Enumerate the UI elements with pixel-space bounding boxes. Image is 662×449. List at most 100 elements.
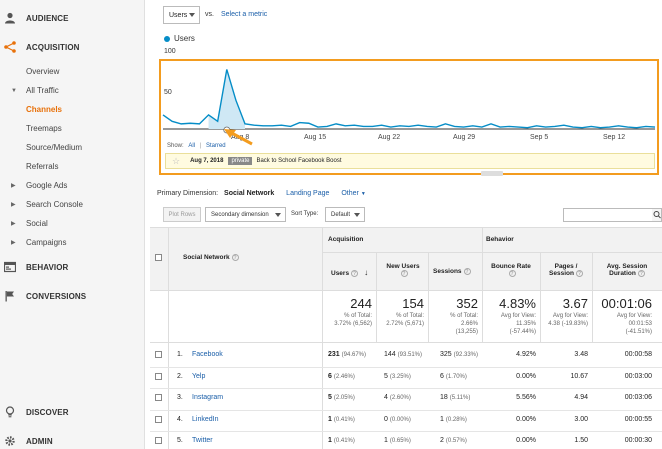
row-social-network-link[interactable]: Facebook (192, 351, 223, 358)
row-users: 231 (328, 351, 340, 358)
header-label: Social Network (183, 254, 230, 261)
dimension-social-network[interactable]: Social Network (224, 190, 274, 197)
row-sessions-pct: (0.57%) (445, 438, 467, 444)
column-header-bounce-rate[interactable]: Bounce Rate? (486, 263, 536, 277)
sidebar-item-label: Search Console (26, 200, 83, 209)
row-checkbox[interactable] (155, 351, 162, 358)
help-icon[interactable]: ? (231, 254, 239, 261)
row-checkbox[interactable] (155, 437, 162, 444)
star-icon[interactable]: ☆ (172, 156, 180, 167)
sidebar-item-search-console[interactable]: ▶ Search Console (0, 200, 145, 209)
annotation-row[interactable]: ☆ Aug 7, 2018 private Back to School Fac… (165, 153, 655, 169)
sidebar-item-channels[interactable]: Channels (0, 105, 145, 114)
primary-dimension-bar: Primary Dimension: Social Network Landin… (157, 190, 366, 197)
row-sessions: 6 (440, 372, 444, 380)
total-sub: Avg for View: (552, 313, 588, 319)
sort-type-select[interactable]: Default (325, 207, 365, 222)
sidebar-item-social[interactable]: ▶ Social (0, 219, 145, 228)
select-all-checkbox[interactable] (155, 254, 162, 261)
sidebar-item-acquisition[interactable]: ACQUISITION (0, 40, 145, 54)
dimension-other-label: Other (341, 190, 359, 197)
select-metric-link[interactable]: Select a metric (221, 11, 267, 18)
column-header-avg-session-duration[interactable]: Avg. Session Duration? (596, 263, 658, 277)
row-avg-duration: 00:00:58 (624, 351, 652, 358)
sidebar-item-campaigns[interactable]: ▶ Campaigns (0, 238, 145, 247)
row-bounce-rate: 0.00% (516, 372, 536, 380)
sidebar-item-discover[interactable]: DISCOVER (0, 405, 145, 419)
row-bounce-rate: 4.92% (516, 351, 536, 358)
row-sessions-pct: (1.70%) (445, 373, 467, 380)
x-tick-label: Aug 29 (453, 134, 476, 141)
total-sub: % of Total: (450, 313, 478, 319)
total-sessions-detail: % of Total: 2.66% (13,255) (450, 312, 478, 336)
sort-type-value: Default (331, 211, 351, 218)
help-icon[interactable]: ? (463, 268, 471, 275)
row-new-users-pct: (2.60%) (389, 395, 411, 401)
row-users-pct: (2.05%) (333, 395, 355, 401)
total-pages-detail: Avg for View: 4.38 (-19.83%) (548, 312, 588, 328)
x-tick-label: Sep 12 (603, 134, 626, 141)
row-avg-duration: 00:00:55 (624, 415, 652, 423)
sidebar-item-treemaps[interactable]: Treemaps (0, 124, 145, 133)
plot-rows-button[interactable]: Plot Rows (163, 207, 201, 222)
sidebar-item-all-traffic[interactable]: ▼ All Traffic (0, 86, 145, 95)
row-users-pct: (0.41%) (333, 416, 355, 423)
table-row: 3. Instagram 5 (2.05%) 4 (2.60%) 18 (5.11%) 5… (150, 389, 662, 411)
sidebar-item-google-ads[interactable]: ▶ Google Ads (0, 181, 145, 190)
collapse-handle[interactable] (481, 171, 503, 176)
sidebar-item-conversions[interactable]: CONVERSIONS (0, 289, 145, 303)
column-header-social-network[interactable]: Social Network? (183, 254, 239, 261)
total-avg-duration: 00:01:06 (601, 296, 652, 311)
column-header-pages-session[interactable]: Pages / Session? (542, 263, 590, 277)
dimension-landing-page[interactable]: Landing Page (286, 190, 329, 197)
secondary-dimension-select[interactable]: Secondary dimension (205, 207, 286, 222)
column-header-new-users[interactable]: New Users? (382, 263, 424, 277)
dimension-other[interactable]: Other ▼ (341, 190, 365, 197)
table-row: 5. Twitter 1 (0.41%) 1 (0.65%) 2 (0.57%) 0.00… (150, 432, 662, 449)
row-sessions: 2 (440, 437, 444, 444)
header-label: Pages / Session (549, 263, 578, 277)
header-label: New Users (386, 263, 420, 270)
row-sessions: 18 (440, 394, 448, 401)
metric-select-value: Users (169, 11, 188, 19)
help-icon[interactable]: ? (575, 270, 583, 277)
row-index: 3. (177, 394, 183, 401)
row-checkbox[interactable] (155, 394, 162, 401)
annotation-text: Back to School Facebook Boost (256, 158, 342, 164)
sidebar-item-behavior[interactable]: BEHAVIOR (0, 260, 145, 274)
sidebar-item-admin[interactable]: ADMIN (0, 434, 145, 448)
sidebar-item-referrals[interactable]: Referrals (0, 162, 145, 171)
sidebar-item-overview[interactable]: Overview (0, 67, 145, 76)
sidebar-item-audience[interactable]: AUDIENCE (0, 11, 145, 25)
metric-select[interactable]: Users (163, 6, 200, 24)
caret-down-icon (275, 213, 281, 217)
total-sub: 2.72% (5,671) (386, 321, 424, 327)
total-duration-detail: Avg for View: 00:01:53 (-41.51%) (617, 312, 652, 336)
help-icon[interactable]: ? (351, 270, 359, 277)
column-header-users[interactable]: Users? ↓ (331, 268, 368, 277)
row-social-network-link[interactable]: Yelp (192, 373, 205, 380)
row-social-network-link[interactable]: Twitter (192, 437, 213, 444)
sidebar-item-label: ACQUISITION (26, 42, 80, 52)
help-icon[interactable]: ? (400, 270, 408, 277)
row-pages-session: 10.67 (570, 372, 588, 380)
row-sessions-pct: (5.11%) (449, 395, 471, 401)
row-social-network-link[interactable]: LinkedIn (192, 416, 218, 423)
row-sessions: 1 (440, 415, 444, 423)
annotation-filter-all[interactable]: All (188, 143, 195, 149)
help-icon[interactable]: ? (637, 270, 645, 277)
chart-highlight-box: Aug 8 Aug 15 Aug 22 Aug 29 Sep 5 Sep 12 … (159, 59, 659, 176)
help-icon[interactable]: ? (508, 270, 516, 277)
vs-label: vs. (205, 11, 214, 18)
row-social-network-link[interactable]: Instagram (192, 394, 223, 401)
search-icon[interactable] (652, 208, 662, 222)
column-header-sessions[interactable]: Sessions? (433, 268, 471, 275)
row-pages-session: 4.94 (574, 394, 588, 401)
row-index: 4. (177, 415, 183, 423)
sidebar-item-label: All Traffic (26, 86, 59, 95)
sidebar-item-source-medium[interactable]: Source/Medium (0, 143, 145, 152)
row-checkbox[interactable] (155, 415, 162, 423)
table-search-input[interactable] (563, 208, 653, 222)
sidebar-item-label: Treemaps (26, 124, 62, 133)
row-checkbox[interactable] (155, 372, 162, 380)
